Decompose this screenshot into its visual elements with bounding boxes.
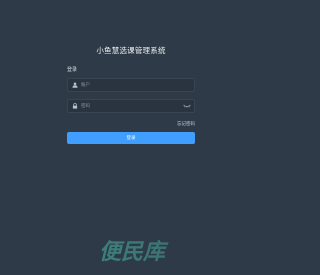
user-icon xyxy=(72,82,78,88)
forgot-password-link[interactable]: 忘记密码 xyxy=(67,121,195,127)
username-input[interactable] xyxy=(81,79,181,91)
username-field[interactable] xyxy=(67,78,195,92)
watermark-logo: 便民库 xyxy=(99,240,169,265)
login-section-label: 登录 xyxy=(67,67,78,73)
login-page: 小鱼慧选课管理系统 登录 忘记密码 登录 便民库 xyxy=(0,0,262,275)
eye-closed-icon[interactable] xyxy=(183,103,191,109)
login-button[interactable]: 登录 xyxy=(67,132,195,144)
page-title: 小鱼慧选课管理系统 xyxy=(96,46,166,55)
password-field[interactable] xyxy=(67,99,195,113)
svg-text:便民库: 便民库 xyxy=(99,240,169,265)
lock-icon xyxy=(72,103,78,109)
password-input[interactable] xyxy=(81,100,181,112)
